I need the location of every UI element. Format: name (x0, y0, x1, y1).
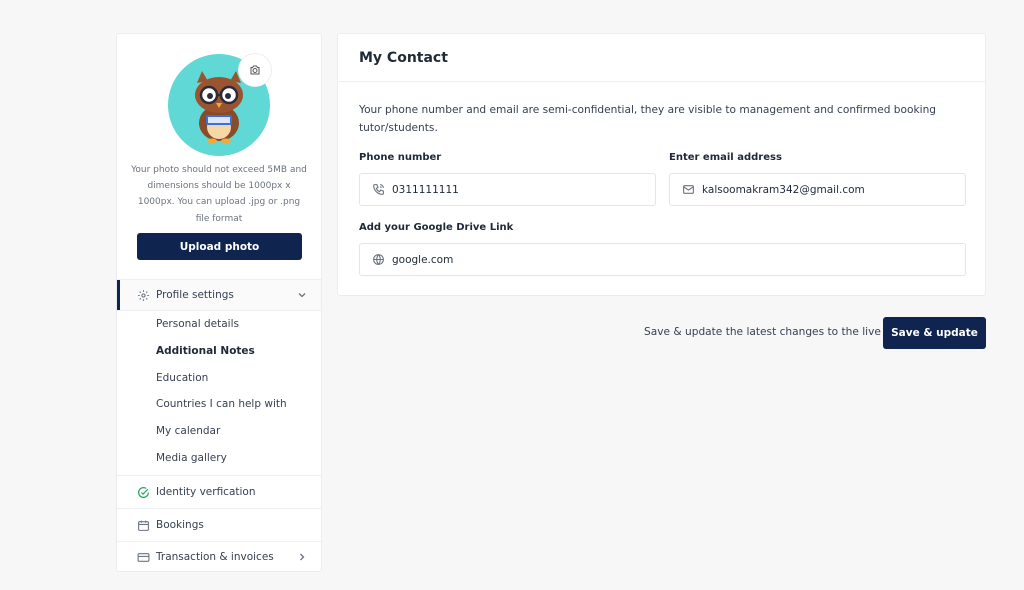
sub-item-countries[interactable]: Countries I can help with (156, 398, 287, 410)
sidebar-item-label: Profile settings (156, 289, 234, 301)
sidebar-item-identity[interactable]: Identity verfication (117, 476, 321, 508)
contact-card: My Contact Your phone number and email a… (337, 33, 986, 296)
credit-card-icon (136, 550, 150, 564)
drive-link-field[interactable] (359, 243, 966, 276)
sidebar-item-transactions[interactable]: Transaction & invoices (117, 542, 321, 572)
profile-sidebar: Your photo should not exceed 5MB and dim… (116, 33, 322, 572)
phone-field[interactable] (359, 173, 656, 206)
mail-icon (681, 183, 695, 197)
phone-icon (371, 183, 385, 197)
sub-item-education[interactable]: Education (156, 372, 208, 384)
sidebar-item-label: Transaction & invoices (156, 551, 274, 563)
sub-item-additional-notes[interactable]: Additional Notes (156, 345, 255, 357)
chevron-down-icon (298, 293, 306, 298)
phone-input[interactable] (392, 183, 628, 196)
sub-item-media-gallery[interactable]: Media gallery (156, 452, 227, 464)
page-title: My Contact (359, 49, 448, 66)
photo-requirements-text: Your photo should not exceed 5MB and dim… (131, 165, 307, 224)
globe-icon (371, 253, 385, 267)
sub-item-my-calendar[interactable]: My calendar (156, 425, 220, 437)
sidebar-item-label: Identity verfication (156, 486, 256, 498)
sidebar-item-bookings[interactable]: Bookings (117, 509, 321, 541)
save-note-text: Save & update the latest changes to the … (644, 326, 881, 338)
change-photo-button[interactable] (238, 53, 272, 87)
email-input[interactable] (702, 183, 938, 196)
phone-label: Phone number (359, 152, 442, 163)
sidebar-item-profile-settings[interactable]: Profile settings (117, 279, 321, 311)
sub-item-personal-details[interactable]: Personal details (156, 318, 239, 330)
save-update-button[interactable]: Save & update (883, 317, 986, 349)
avatar-container (168, 53, 272, 156)
active-indicator (117, 280, 120, 310)
card-header: My Contact (338, 34, 985, 82)
gear-icon (136, 288, 150, 302)
contact-description: Your phone number and email are semi-con… (359, 104, 937, 134)
sidebar-item-label: Bookings (156, 519, 204, 531)
email-label: Enter email address (669, 152, 782, 163)
email-field[interactable] (669, 173, 966, 206)
chevron-right-icon (300, 553, 305, 561)
check-circle-icon (136, 485, 150, 499)
camera-icon (250, 65, 260, 75)
calendar-icon (136, 518, 150, 532)
upload-photo-button[interactable]: Upload photo (137, 233, 302, 260)
drive-link-input[interactable] (392, 253, 876, 266)
drive-link-label: Add your Google Drive Link (359, 222, 514, 233)
